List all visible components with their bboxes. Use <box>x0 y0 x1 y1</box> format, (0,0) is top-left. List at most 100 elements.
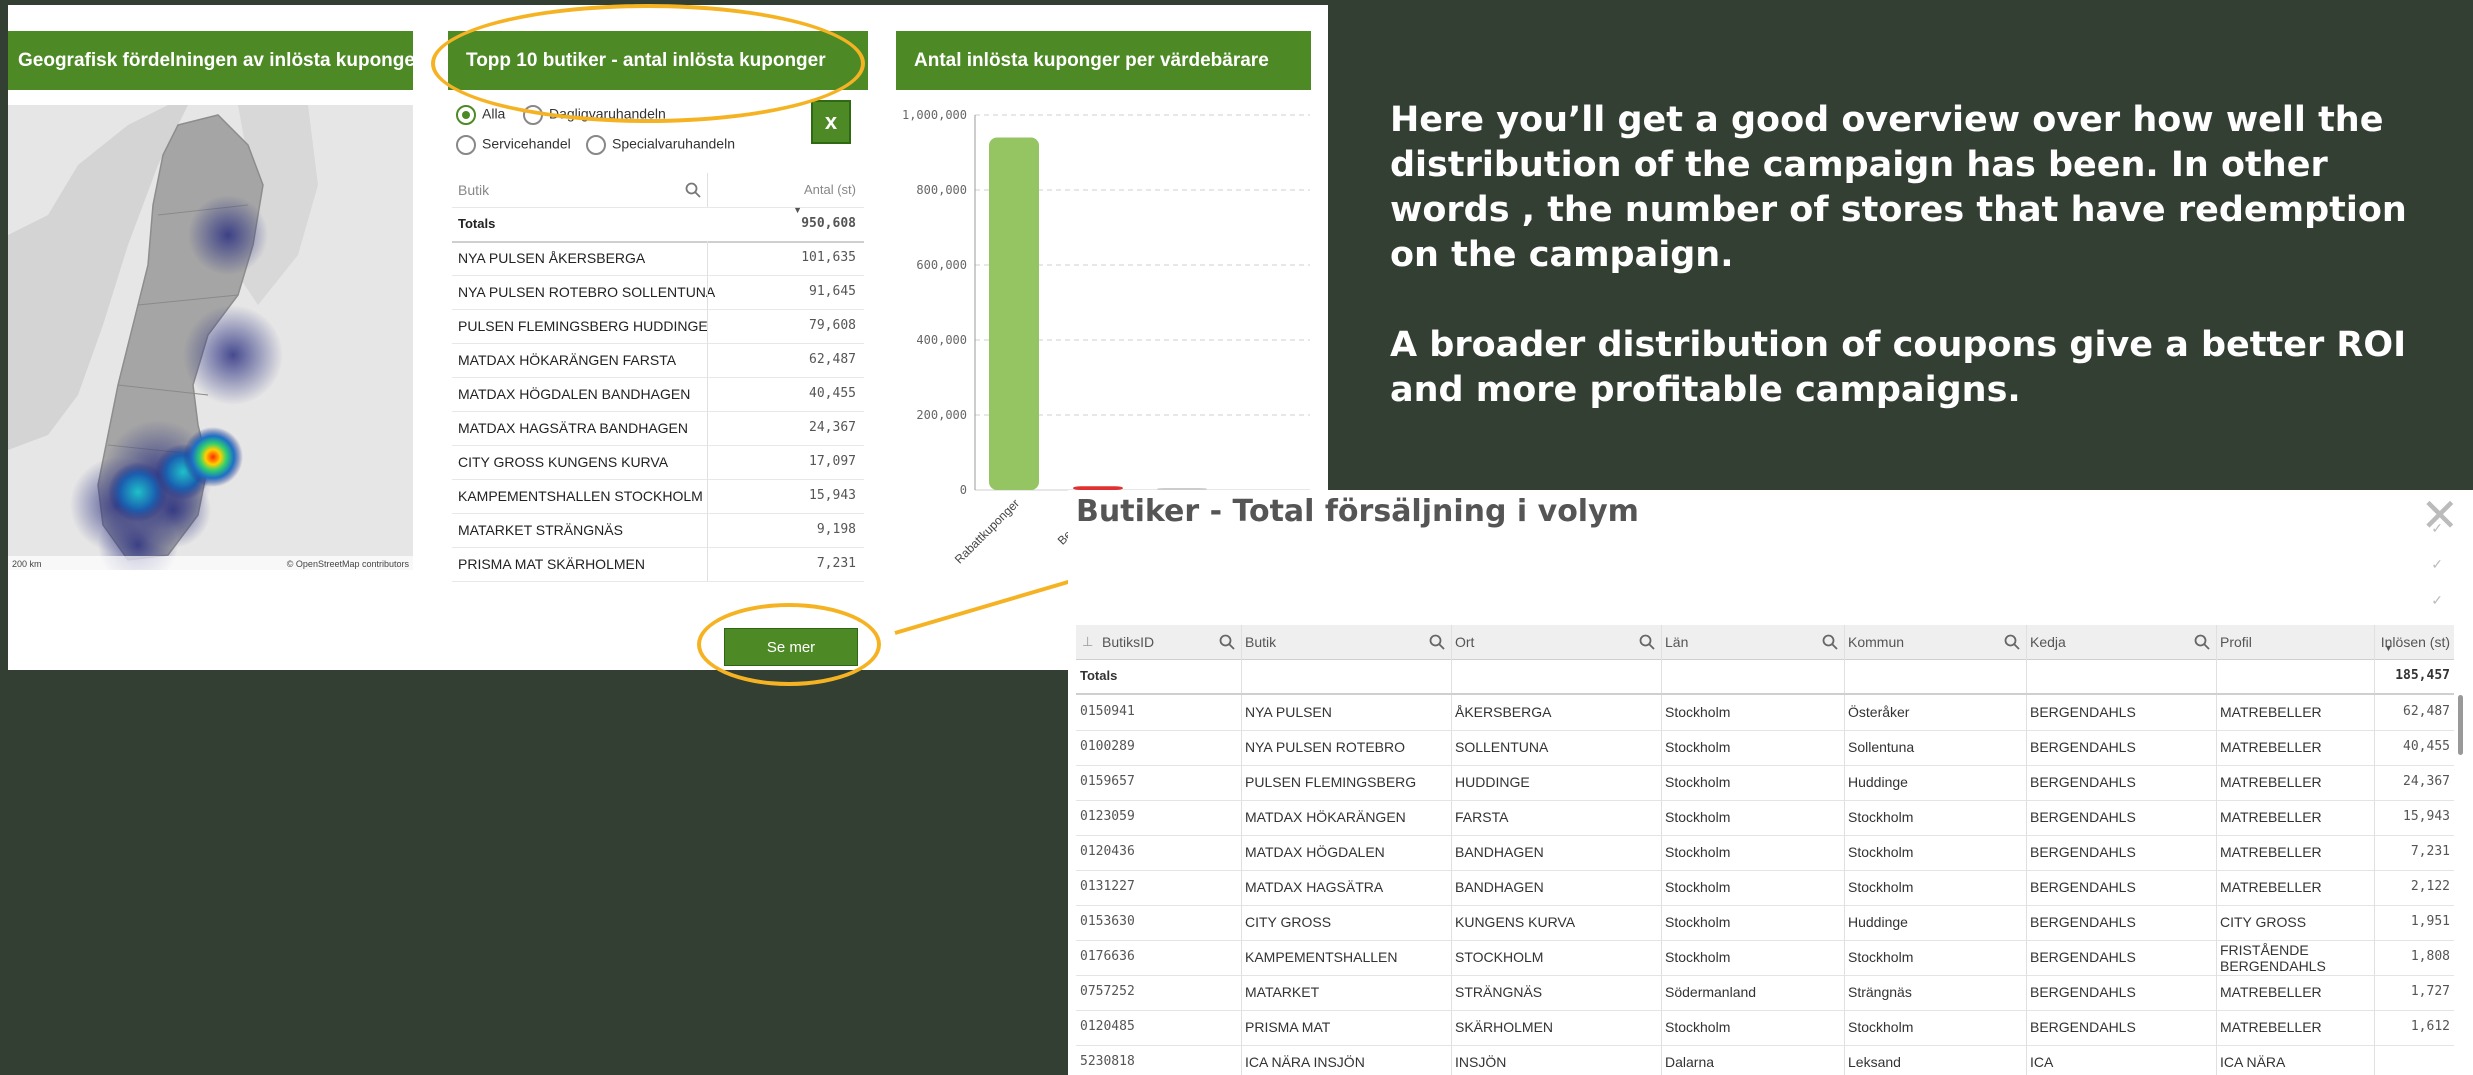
cell-kommun: Stockholm <box>1848 879 1914 895</box>
totals-value: 185,457 <box>2395 668 2450 683</box>
cell-lan: Södermanland <box>1665 984 1757 1000</box>
cell-butiksid: 0153630 <box>1080 914 1135 929</box>
cell-inlosen: 1,808 <box>2410 949 2450 964</box>
top10-row[interactable]: KAMPEMENTSHALLEN STOCKHOLM 15,943 <box>452 479 864 514</box>
column-header-butik[interactable]: Butik <box>1241 625 1451 659</box>
cell-kommun: Stockholm <box>1848 844 1914 860</box>
cell-butik: NYA PULSEN ROTEBRO <box>1245 739 1406 755</box>
store-value: 7,231 <box>816 556 856 571</box>
search-icon[interactable] <box>2004 634 2020 650</box>
store-value: 24,367 <box>809 420 856 435</box>
popup-title: Butiker - Total försäljning i volym <box>1076 494 1639 529</box>
table-row[interactable]: 5230818 ICA NÄRA INSJÖN INSJÖN Dalarna Leksa… <box>1076 1045 2454 1075</box>
cell-kommun: Österåker <box>1848 704 1910 720</box>
top10-row[interactable]: MATARKET STRÄNGNÄS 9,198 <box>452 513 864 548</box>
excel-export-button[interactable]: x <box>811 100 851 144</box>
store-value: 79,608 <box>809 318 856 333</box>
search-icon[interactable] <box>2194 634 2210 650</box>
store-name: MATDAX HÖKARÄNGEN FARSTA <box>458 352 677 368</box>
search-icon[interactable] <box>1219 634 1235 650</box>
store-value: 15,943 <box>809 488 856 503</box>
table-row[interactable]: 0123059 MATDAX HÖKARÄNGEN FARSTA Stockholm S… <box>1076 800 2454 836</box>
top10-row[interactable]: PULSEN FLEMINGSBERG HUDDINGE 79,608 <box>452 309 864 344</box>
top10-row[interactable]: CITY GROSS KUNGENS KURVA 17,097 <box>452 445 864 480</box>
table-row[interactable]: 0100289 NYA PULSEN ROTEBRO SOLLENTUNA Stock… <box>1076 730 2454 766</box>
cell-lan: Stockholm <box>1665 704 1731 720</box>
cell-kedja: BERGENDAHLS <box>2030 879 2136 895</box>
cell-butiksid: 0176636 <box>1080 949 1135 964</box>
y-tick-label: 400,000 <box>916 333 967 347</box>
top10-row[interactable]: MATDAX HÖKARÄNGEN FARSTA 62,487 <box>452 343 864 378</box>
table-row[interactable]: 0120436 MATDAX HÖGDALEN BANDHAGEN Stockholm… <box>1076 835 2454 871</box>
table-header: ButiksID Butik Ort Län Kommun Kedja Profil Inlö… <box>1076 625 2454 660</box>
search-icon[interactable] <box>1822 634 1838 650</box>
cell-butik: PULSEN FLEMINGSBERG <box>1245 774 1417 790</box>
column-header-inlosen[interactable]: Inlösen (st) <box>2374 625 2454 659</box>
cell-ort: FARSTA <box>1455 809 1509 825</box>
cell-lan: Stockholm <box>1665 844 1731 860</box>
top10-row[interactable]: NYA PULSEN ROTEBRO SOLLENTUNA 91,645 <box>452 275 864 310</box>
check-icon[interactable]: ✓ <box>2431 520 2443 537</box>
cell-butik: CITY GROSS <box>1245 914 1332 930</box>
cell-butiksid: 0120436 <box>1080 844 1135 859</box>
y-tick-label: 600,000 <box>916 258 967 272</box>
top10-header: Butik Antal (st) ▼ <box>452 173 864 215</box>
table-row[interactable]: 0176636 KAMPEMENTSHALLEN STOCKHOLM Stockhol… <box>1076 940 2454 976</box>
filter-option-alla[interactable]: Alla <box>456 105 505 125</box>
y-tick-label: 200,000 <box>916 408 967 422</box>
filter-option-servicehandel[interactable]: Servicehandel <box>456 135 571 155</box>
map-attribution: © OpenStreetMap contributors <box>286 559 409 569</box>
store-name: CITY GROSS KUNGENS KURVA <box>458 454 669 470</box>
cell-profil: MATREBELLER <box>2220 739 2322 755</box>
cell-inlosen: 1,951 <box>2410 914 2450 929</box>
top10-row[interactable]: PRISMA MAT SKÄRHOLMEN 7,231 <box>452 547 864 582</box>
cell-ort: HUDDINGE <box>1455 774 1530 790</box>
cell-lan: Stockholm <box>1665 774 1731 790</box>
cell-inlosen: 40,455 <box>2403 739 2450 754</box>
column-header-kommun[interactable]: Kommun <box>1844 625 2026 659</box>
top10-row[interactable]: MATDAX HAGSÄTRA BANDHAGEN 24,367 <box>452 411 864 446</box>
description-text: Here you’ll get a good overview over how… <box>1390 98 2440 458</box>
store-name: PRISMA MAT SKÄRHOLMEN <box>458 556 645 572</box>
cell-profil: CITY GROSS <box>2220 914 2307 930</box>
table-row[interactable]: 0757252 MATARKET STRÄNGNÄS Södermanland Strä… <box>1076 975 2454 1011</box>
check-icon[interactable]: ✓ <box>2431 592 2443 609</box>
column-header-lan[interactable]: Län <box>1661 625 1844 659</box>
butik-search-field[interactable]: Butik <box>458 173 489 207</box>
column-header-profil[interactable]: Profil <box>2216 625 2374 659</box>
cell-profil: MATREBELLER <box>2220 1019 2322 1035</box>
check-icon[interactable]: ✓ <box>2431 556 2443 573</box>
cell-butik: ICA NÄRA INSJÖN <box>1245 1054 1365 1070</box>
column-header-ort[interactable]: Ort <box>1451 625 1661 659</box>
search-icon[interactable] <box>685 182 701 198</box>
table-scrollbar[interactable] <box>2458 695 2463 755</box>
column-header-kedja[interactable]: Kedja <box>2026 625 2216 659</box>
table-row[interactable]: 0120485 PRISMA MAT SKÄRHOLMEN Stockholm Stoc… <box>1076 1010 2454 1046</box>
cell-butik: PRISMA MAT <box>1245 1019 1331 1035</box>
bar[interactable] <box>989 137 1039 491</box>
description-paragraph-2: A broader distribution of coupons give a… <box>1390 325 2407 410</box>
cell-ort: KUNGENS KURVA <box>1455 914 1576 930</box>
cell-profil: MATREBELLER <box>2220 844 2322 860</box>
search-icon[interactable] <box>1639 634 1655 650</box>
cell-profil: ICA NÄRA <box>2220 1054 2286 1070</box>
table-row[interactable]: 0159657 PULSEN FLEMINGSBERG HUDDINGE Stockh… <box>1076 765 2454 801</box>
cell-lan: Stockholm <box>1665 879 1731 895</box>
pin-icon[interactable]: ⊥ <box>1082 625 1093 659</box>
cell-inlosen: 24,367 <box>2403 774 2450 789</box>
top10-row[interactable]: MATDAX HÖGDALEN BANDHAGEN 40,455 <box>452 377 864 412</box>
filter-option-specialvaruhandeln[interactable]: Specialvaruhandeln <box>586 135 735 155</box>
cell-kommun: Strängnäs <box>1848 984 1912 1000</box>
table-row[interactable]: 0150941 NYA PULSEN ÅKERSBERGA Stockholm Öste… <box>1076 695 2454 731</box>
cell-butiksid: 0131227 <box>1080 879 1135 894</box>
search-icon[interactable] <box>1429 634 1445 650</box>
heatmap-map[interactable]: 200 km © OpenStreetMap contributors <box>8 105 413 570</box>
table-row[interactable]: 0153630 CITY GROSS KUNGENS KURVA Stockholm H… <box>1076 905 2454 941</box>
cell-butiksid: 0120485 <box>1080 1019 1135 1034</box>
cell-kedja: BERGENDAHLS <box>2030 809 2136 825</box>
table-row[interactable]: 0131227 MATDAX HAGSÄTRA BANDHAGEN Stockholm… <box>1076 870 2454 906</box>
top10-row[interactable]: NYA PULSEN ÅKERSBERGA 101,635 <box>452 241 864 276</box>
antal-column-header[interactable]: Antal (st) <box>804 173 856 207</box>
column-header-butiksid[interactable]: ButiksID <box>1076 625 1241 659</box>
map-footer: 200 km © OpenStreetMap contributors <box>8 556 413 570</box>
